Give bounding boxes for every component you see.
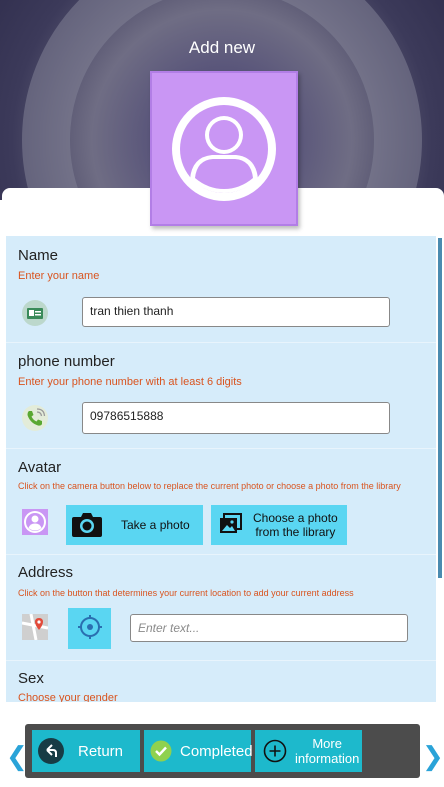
scrollbar[interactable] (438, 238, 442, 578)
form-scroll-area[interactable]: Name Enter your name tran thien thanh ph… (6, 236, 436, 702)
check-circle-icon (150, 740, 172, 762)
name-input[interactable]: tran thien thanh (82, 297, 390, 327)
completed-button[interactable]: Completed (144, 730, 253, 772)
return-button[interactable]: Return (32, 730, 140, 772)
user-avatar-icon (172, 96, 276, 201)
return-label: Return (78, 742, 124, 760)
sex-label: Sex (18, 670, 44, 687)
sex-section: Sex Choose your gender (6, 660, 436, 702)
avatar-hint: Click on the camera button below to repl… (18, 481, 401, 491)
completed-label: Completed (180, 742, 253, 760)
avatar-label: Avatar (18, 459, 62, 476)
phone-input[interactable]: 09786515888 (82, 402, 390, 434)
choose-photo-line2: from the library (255, 525, 336, 539)
location-target-icon (76, 613, 104, 644)
name-section: Name Enter your name tran thien thanh (6, 236, 436, 342)
bottom-toolbar: Return Completed More information (25, 724, 420, 778)
plus-circle-icon (263, 739, 287, 763)
avatar-thumbnail-icon (22, 509, 48, 540)
id-card-icon (21, 299, 49, 332)
locate-button[interactable] (68, 608, 111, 649)
chevron-right-icon[interactable]: ❯ (422, 742, 444, 772)
phone-icon (21, 404, 49, 437)
address-label: Address (18, 564, 74, 581)
phone-label: phone number (18, 353, 115, 370)
choose-photo-label: Choose a photo from the library (253, 511, 338, 539)
phone-section: phone number Enter your phone number wit… (6, 342, 436, 448)
page-title: Add new (188, 38, 256, 57)
phone-hint: Enter your phone number with at least 6 … (18, 376, 242, 388)
address-hint: Click on the button that determines your… (18, 588, 354, 598)
choose-photo-button[interactable]: Choose a photo from the library (211, 505, 347, 545)
choose-photo-line1: Choose a photo (253, 511, 338, 525)
address-input[interactable]: Enter text... (130, 614, 408, 642)
sex-hint: Choose your gender (18, 692, 118, 702)
back-arrow-icon (38, 738, 64, 764)
avatar-preview[interactable] (150, 71, 298, 226)
more-information-label: More information (295, 736, 359, 766)
more-information-button[interactable]: More information (255, 730, 362, 772)
take-photo-label: Take a photo (121, 518, 190, 532)
map-icon (21, 613, 49, 645)
more-line1: More (312, 736, 342, 751)
camera-icon (71, 510, 103, 541)
name-hint: Enter your name (18, 270, 100, 282)
name-label: Name (18, 247, 59, 264)
gallery-icon (219, 512, 243, 539)
avatar-section: Avatar Click on the camera button below … (6, 448, 436, 554)
more-line2: information (295, 751, 360, 766)
take-photo-button[interactable]: Take a photo (66, 505, 203, 545)
address-section: Address Click on the button that determi… (6, 554, 436, 660)
